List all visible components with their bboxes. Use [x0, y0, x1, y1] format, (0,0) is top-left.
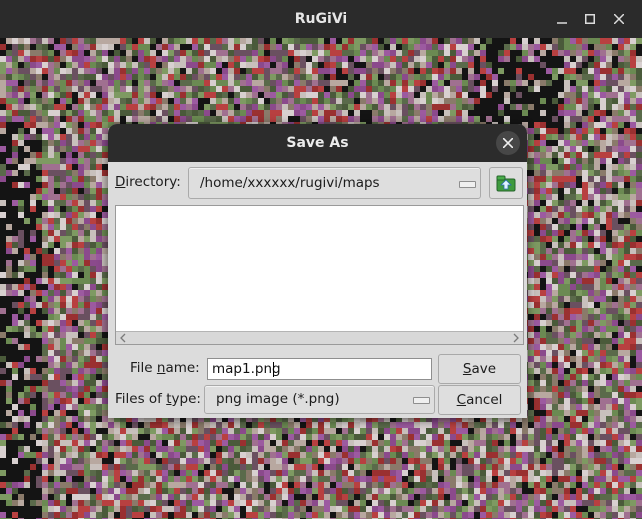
window-title: RuGiVi: [294, 11, 348, 27]
window-titlebar[interactable]: RuGiVi: [0, 0, 642, 38]
file-name-input[interactable]: [208, 359, 427, 379]
folder-up-icon: [496, 175, 516, 192]
file-name-label: File name:: [130, 360, 200, 376]
save-as-dialog: Save As Directory: /home/xxxxxx/rugivi/m…: [108, 124, 527, 418]
file-name-field[interactable]: [207, 358, 432, 380]
dialog-close-button[interactable]: [496, 131, 520, 155]
scroll-left-icon[interactable]: [118, 333, 128, 343]
combo-handle-icon: [459, 181, 476, 188]
horizontal-scrollbar[interactable]: [116, 331, 523, 344]
scroll-right-icon[interactable]: [511, 333, 521, 343]
close-icon: [503, 138, 513, 148]
maximize-icon[interactable]: [580, 9, 600, 29]
directory-value: /home/xxxxxx/rugivi/maps: [200, 175, 380, 191]
close-icon[interactable]: [609, 9, 629, 29]
folder-up-button[interactable]: [489, 167, 523, 199]
minimize-icon[interactable]: [552, 9, 572, 29]
combo-handle-icon: [413, 397, 430, 404]
directory-label: Directory:: [115, 174, 181, 190]
cancel-button[interactable]: Cancel: [438, 385, 521, 415]
file-list[interactable]: [115, 205, 524, 345]
file-type-label: Files of type:: [115, 391, 201, 407]
dialog-titlebar[interactable]: Save As: [108, 124, 527, 162]
dialog-title: Save As: [286, 135, 349, 151]
file-type-value: png image (*.png): [216, 391, 340, 407]
directory-combo[interactable]: /home/xxxxxx/rugivi/maps: [188, 167, 481, 199]
file-type-combo[interactable]: png image (*.png): [204, 385, 435, 414]
save-button[interactable]: Save: [438, 354, 521, 384]
text-caret: [273, 362, 274, 377]
